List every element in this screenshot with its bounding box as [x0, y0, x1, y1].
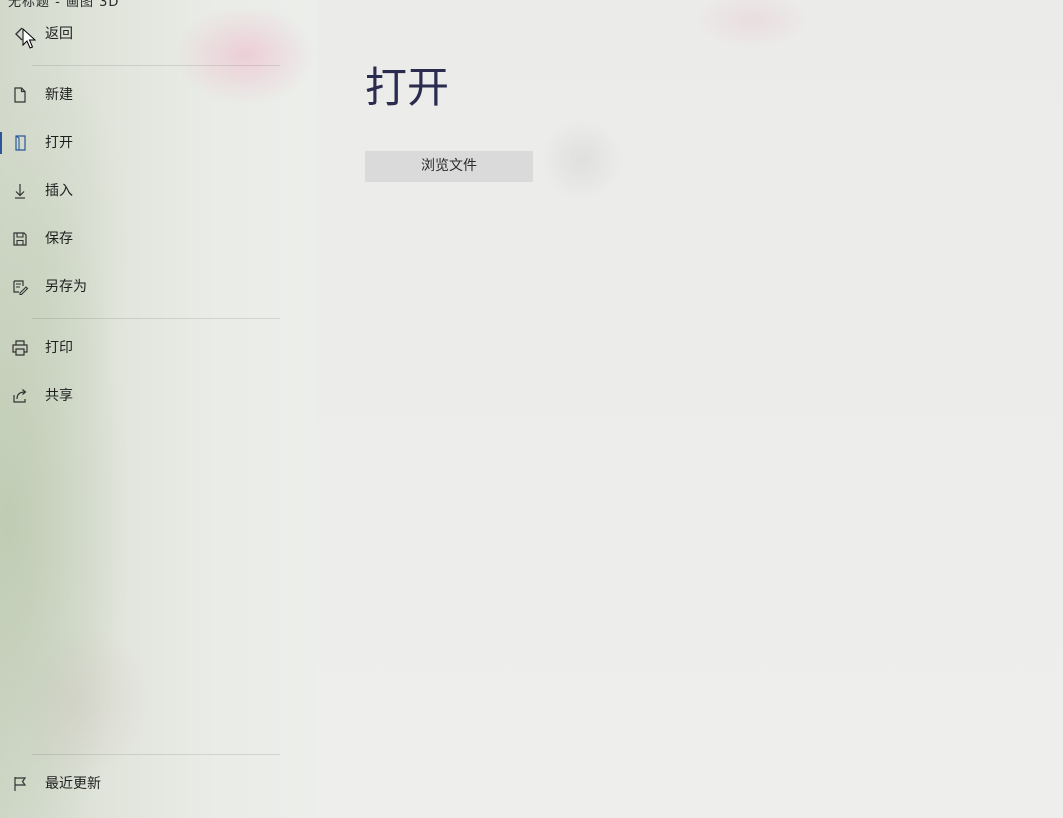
open-file-icon	[11, 134, 29, 152]
divider	[32, 754, 280, 755]
sidebar-item-label: 最近更新	[45, 776, 101, 792]
page-title: 打开	[365, 63, 450, 112]
window-title: 无标题 - 画图 3D	[8, 0, 120, 10]
sidebar-item-insert[interactable]: 插入	[0, 171, 300, 211]
divider	[32, 65, 280, 66]
sidebar-item-save[interactable]: 保存	[0, 219, 300, 259]
sidebar-item-label: 打开	[45, 135, 73, 151]
back-label: 返回	[45, 26, 73, 42]
save-as-icon	[11, 278, 29, 296]
sidebar-item-new[interactable]: 新建	[0, 75, 300, 115]
insert-icon	[11, 182, 29, 200]
sidebar-item-print[interactable]: 打印	[0, 328, 300, 368]
sidebar: 无标题 - 画图 3D 返回 新建 打开 插入 保存 另存为 打印 共享 最近更…	[0, 0, 317, 818]
sidebar-item-label: 插入	[45, 183, 73, 199]
flag-icon	[11, 775, 29, 793]
save-icon	[11, 230, 29, 248]
new-file-icon	[11, 86, 29, 104]
sidebar-item-label: 共享	[45, 388, 73, 404]
sidebar-item-label: 另存为	[45, 279, 87, 295]
back-button[interactable]: 返回	[0, 14, 300, 54]
divider	[32, 318, 280, 319]
sidebar-item-label: 新建	[45, 87, 73, 103]
back-arrow-icon	[11, 25, 29, 43]
sidebar-item-share[interactable]: 共享	[0, 376, 300, 416]
sidebar-item-label: 保存	[45, 231, 73, 247]
print-icon	[11, 339, 29, 357]
sidebar-item-save-as[interactable]: 另存为	[0, 267, 300, 307]
sidebar-item-recent[interactable]: 最近更新	[0, 764, 300, 804]
sidebar-item-open[interactable]: 打开	[0, 123, 300, 163]
paint3d-file-menu: 无标题 - 画图 3D 返回 新建 打开 插入 保存 另存为 打印 共享 最近更…	[0, 0, 1063, 818]
main-content: 打开 浏览文件	[317, 0, 1063, 818]
active-indicator	[0, 132, 2, 154]
share-icon	[11, 387, 29, 405]
sidebar-item-label: 打印	[45, 340, 73, 356]
browse-files-button[interactable]: 浏览文件	[365, 151, 533, 182]
